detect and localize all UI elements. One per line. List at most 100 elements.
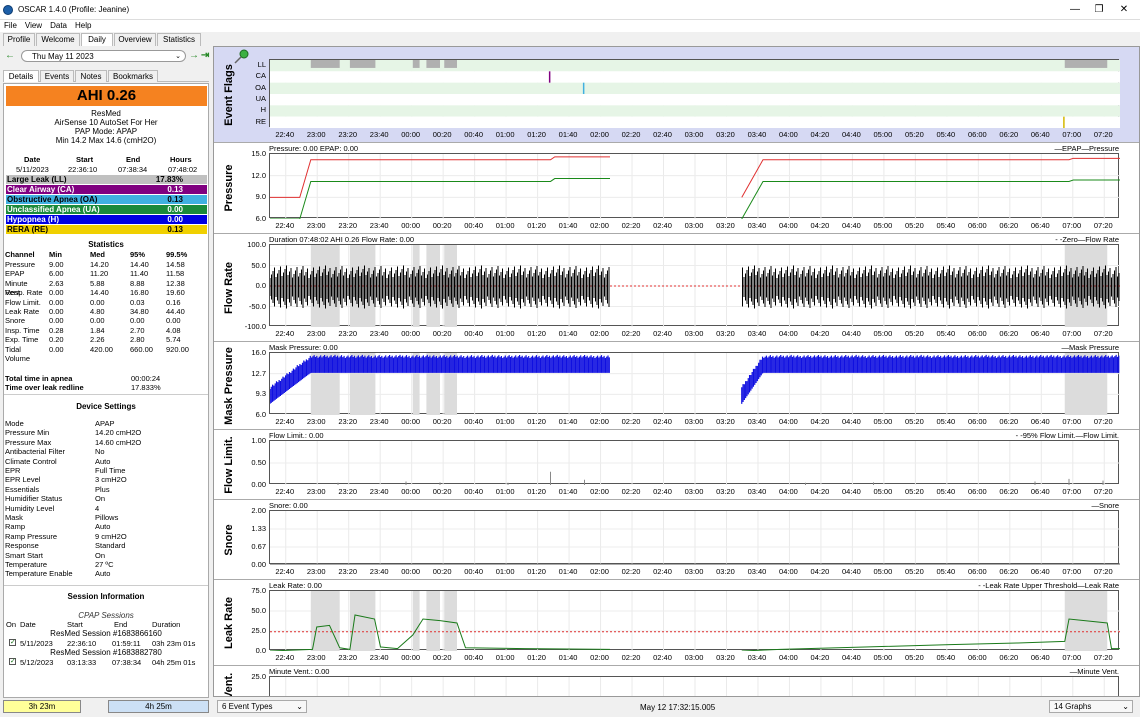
plot-area[interactable] xyxy=(269,153,1120,219)
session-date: 5/12/2023 xyxy=(20,658,54,667)
setting-value: 3 cmH2O xyxy=(95,475,127,485)
graph-title: Vent. xyxy=(223,672,235,697)
event-row[interactable]: Obstructive Apnea (OA) 0.13 xyxy=(6,195,207,204)
setting-value: APAP xyxy=(95,419,115,428)
apnea-time-label: Total time in apnea xyxy=(5,374,73,383)
status-timestamp: May 12 17:32:15.005 xyxy=(640,703,716,712)
graph-flow-rate[interactable]: Flow Rate Duration 07:48:02 AHI 0.26 Flow… xyxy=(214,234,1139,342)
last-day-arrow-icon[interactable]: ⇥ xyxy=(201,49,209,63)
x-tick-label: 05:40 xyxy=(936,130,956,139)
session-1-bar[interactable]: 3h 23m xyxy=(3,700,81,713)
menu-file[interactable]: File xyxy=(0,20,21,32)
device-model: AirSense 10 AutoSet For Her xyxy=(54,118,158,127)
x-tick-label: 04:00 xyxy=(779,653,798,662)
plot-area[interactable] xyxy=(269,510,1120,565)
y-tick-label: 6.0 xyxy=(255,410,266,419)
menu-help[interactable]: Help xyxy=(71,20,95,32)
x-tick-label: 05:20 xyxy=(904,221,924,230)
event-types-dropdown[interactable]: 6 Event Types ⌄ xyxy=(217,700,307,713)
tab-events[interactable]: Events xyxy=(40,70,74,82)
x-tick-label: 04:00 xyxy=(779,417,798,426)
tab-bookmarks[interactable]: Bookmarks xyxy=(108,70,158,82)
tab-profile[interactable]: Profile xyxy=(3,33,35,46)
plot-area[interactable] xyxy=(269,440,1120,485)
x-tick-label: 23:00 xyxy=(306,567,326,576)
x-tick-label: 01:40 xyxy=(558,329,578,338)
menu-view[interactable]: View xyxy=(21,20,46,32)
date-picker[interactable]: Thu May 11 2023 ⌄ xyxy=(21,50,186,62)
stat-value: 2.70 xyxy=(130,325,145,335)
tab-details[interactable]: Details xyxy=(3,70,39,82)
session-checkbox[interactable]: ✓ xyxy=(9,639,16,646)
stat-value: 2.26 xyxy=(90,335,105,345)
plot-area[interactable] xyxy=(269,676,1119,696)
x-tick-label: 02:40 xyxy=(653,221,672,230)
y-tick-label: 16.0 xyxy=(251,348,266,357)
leak-rate-trace xyxy=(741,618,1120,651)
tab-welcome[interactable]: Welcome xyxy=(36,33,80,46)
x-tick-label: 02:00 xyxy=(590,130,609,139)
plot-area[interactable] xyxy=(269,352,1120,415)
graph-snore[interactable]: Snore Snore: 0.00 —Snore 22:40 23:00 23:20 23:… xyxy=(214,500,1139,580)
x-tick-label: 05:20 xyxy=(904,567,924,576)
flag-row xyxy=(270,116,1120,128)
epap-line xyxy=(270,178,610,219)
pin-icon[interactable] xyxy=(233,49,249,65)
tab-statistics[interactable]: Statistics xyxy=(157,33,201,46)
x-tick-label: 05:00 xyxy=(873,653,893,662)
next-day-arrow-icon[interactable]: → xyxy=(189,49,199,63)
x-tick-label: 07:20 xyxy=(1093,417,1113,426)
graph-mask-pressure[interactable]: Mask Pressure Mask Pressure: 0.00 —Mask Pr… xyxy=(214,342,1139,430)
epap-line xyxy=(741,179,1120,219)
ahi-banner: AHI 0.26 xyxy=(6,86,207,106)
tab-daily[interactable]: Daily xyxy=(81,33,113,46)
event-row[interactable]: Unclassified Apnea (UA) 0.00 xyxy=(6,205,207,214)
graph-leak-rate[interactable]: Leak Rate Leak Rate: 0.00 - -Leak Rate Upp… xyxy=(214,580,1139,666)
x-tick-label: 04:00 xyxy=(779,487,798,496)
session-duration: 04h 25m 01s xyxy=(152,658,196,667)
app-icon xyxy=(3,5,13,15)
graph-flow-limit[interactable]: Flow Limit. Flow Limit.: 0.00 - -95% Flow … xyxy=(214,430,1139,500)
x-tick-label: 23:00 xyxy=(306,653,326,662)
session-2-bar[interactable]: 4h 25m xyxy=(108,700,209,713)
stat-value: 6.00 xyxy=(49,269,64,279)
graphs-dropdown[interactable]: 14 Graphs ⌄ xyxy=(1049,700,1133,713)
graph-caption: Pressure: 0.00 EPAP: 0.00 xyxy=(269,144,359,153)
session-hours: 07:48:02 xyxy=(168,165,198,174)
x-tick-label: 00:40 xyxy=(464,487,484,496)
event-row[interactable]: Large Leak (LL) 17.83% xyxy=(6,175,207,184)
x-tick-label: 06:00 xyxy=(967,653,987,662)
x-tick-label: 00:20 xyxy=(432,567,452,576)
stat-value: 0.16 xyxy=(166,297,181,307)
event-row[interactable]: RERA (RE) 0.13 xyxy=(6,225,207,234)
plot-area[interactable] xyxy=(269,590,1120,651)
graph-minute-vent[interactable]: Vent. Minute Vent.: 0.00 —Minute Vent. 25.0… xyxy=(214,666,1139,697)
prev-day-arrow-icon[interactable]: ← xyxy=(5,49,15,63)
x-tick-label: 01:40 xyxy=(558,417,578,426)
menu-data[interactable]: Data xyxy=(46,20,71,32)
setting-label: Temperature xyxy=(5,560,48,569)
x-tick-label: 04:40 xyxy=(842,653,861,662)
setting-label: Ramp xyxy=(5,522,26,532)
graph-pressure[interactable]: Pressure Pressure: 0.00 EPAP: 0.00 —EPAP—P… xyxy=(214,143,1139,234)
session-date: 5/11/2023 xyxy=(16,165,49,174)
x-tick-label: 07:00 xyxy=(1062,653,1082,662)
close-icon[interactable]: ✕ xyxy=(1113,3,1135,17)
x-tick-label: 03:40 xyxy=(747,130,767,139)
event-row[interactable]: Clear Airway (CA) 0.13 xyxy=(6,185,207,194)
tab-overview[interactable]: Overview xyxy=(114,33,156,46)
plot-area[interactable] xyxy=(269,59,1120,128)
graph-event-flags[interactable]: Event Flags 22:40 23:00 23:20 23:40 00:00 00:2… xyxy=(214,47,1139,143)
tab-notes[interactable]: Notes xyxy=(75,70,107,82)
setting-value: Plus xyxy=(95,484,110,494)
x-tick-label: 07:00 xyxy=(1062,221,1082,230)
minimize-icon[interactable]: — xyxy=(1064,3,1086,17)
y-tick-label: 25.0 xyxy=(251,626,266,635)
pressure-line xyxy=(741,157,1120,198)
plot-area[interactable] xyxy=(269,244,1120,327)
maximize-icon[interactable]: ❐ xyxy=(1088,3,1110,17)
session-checkbox[interactable]: ✓ xyxy=(9,658,16,665)
event-row[interactable]: Hypopnea (H) 0.00 xyxy=(6,215,207,224)
session-name: ResMed Session #1683882780 xyxy=(50,648,162,657)
setting-label: Climate Control xyxy=(5,456,57,466)
